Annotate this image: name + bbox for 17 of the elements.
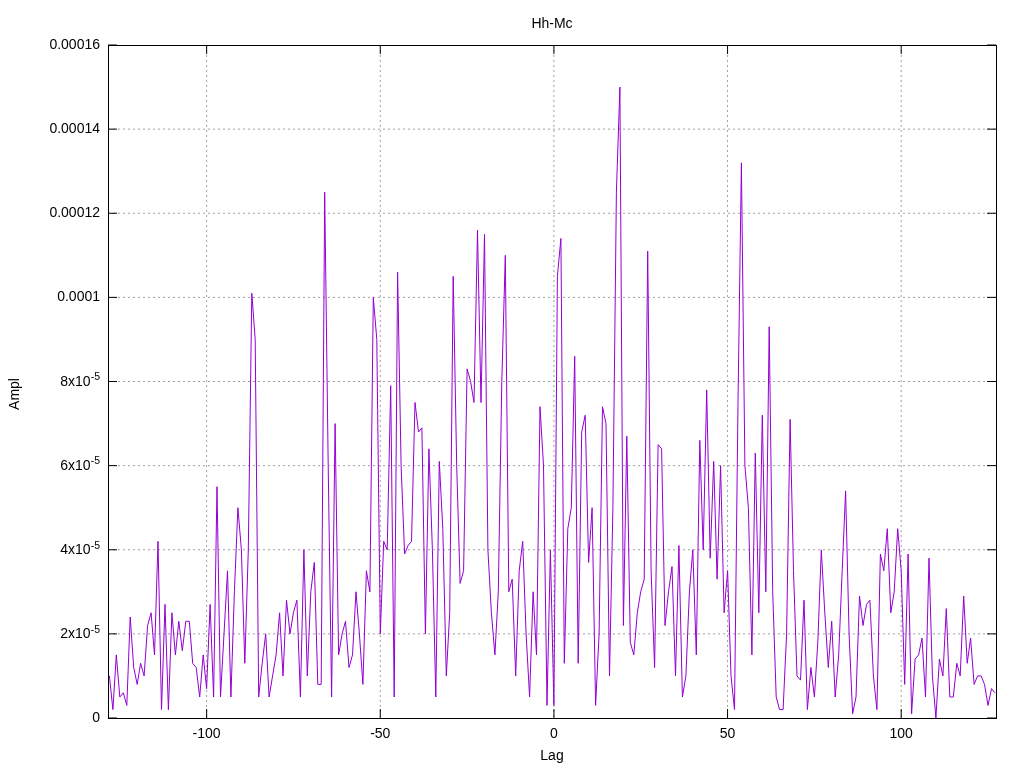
tick-label: 0 xyxy=(92,710,100,724)
tick-label: 0.00012 xyxy=(49,205,100,220)
tick-label: 2x10$^{-5}$ xyxy=(60,625,100,640)
tick-label: -100 xyxy=(192,726,221,740)
axis-label: Ampl xyxy=(7,378,21,410)
tick-label: 0 xyxy=(550,726,558,740)
chart-title: Hh-Mc xyxy=(531,16,573,30)
tick-label: 0.0001 xyxy=(57,289,100,304)
tick-label: -50 xyxy=(370,726,391,740)
tick-label: 6x10$^{-5}$ xyxy=(60,457,100,472)
axis-label: Lag xyxy=(540,748,564,762)
tick-label: 100 xyxy=(889,726,913,740)
tick-label: 8x10$^{-5}$ xyxy=(60,373,100,388)
tick-label: 0.00014 xyxy=(49,121,100,136)
tick-label: 4x10$^{-5}$ xyxy=(60,541,100,556)
tick-label: 50 xyxy=(719,726,736,740)
tick-label: 0.00016 xyxy=(49,37,100,51)
